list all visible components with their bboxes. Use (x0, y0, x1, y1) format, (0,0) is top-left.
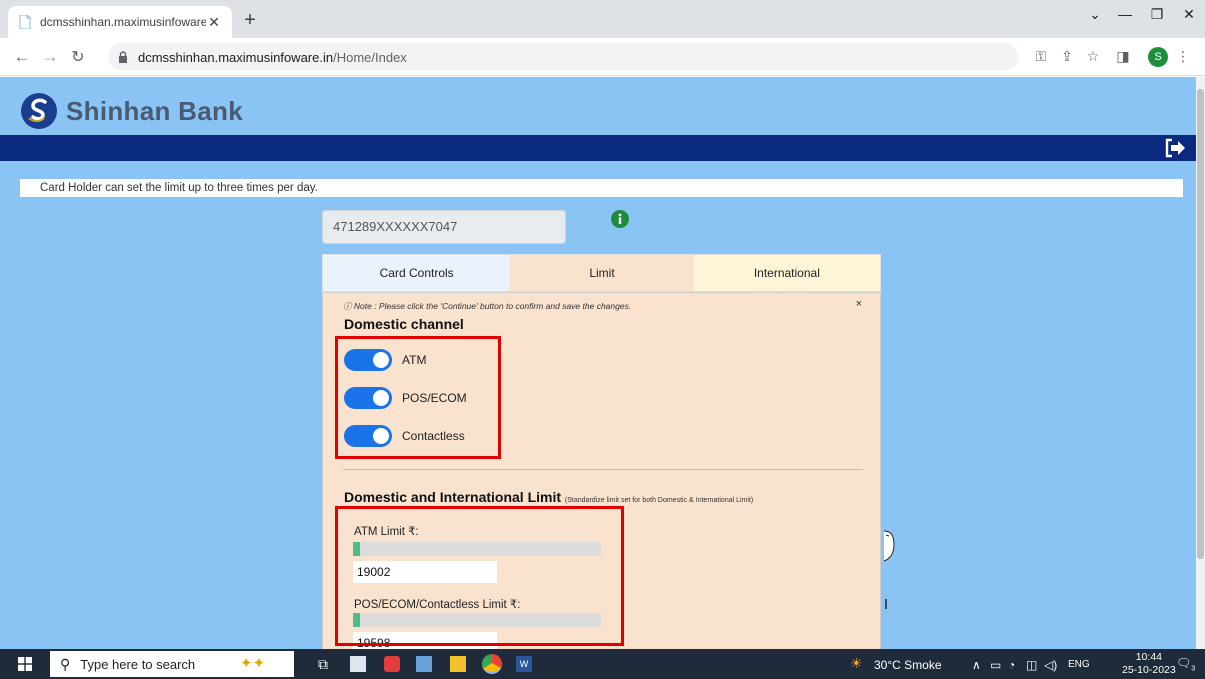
limit-heading: Domestic and International Limit (Standa… (344, 489, 753, 505)
notepad-app-icon[interactable] (350, 656, 366, 672)
windows-start-icon[interactable] (18, 657, 32, 671)
battery-icon[interactable]: ▭ (990, 658, 1001, 672)
logout-icon[interactable] (1164, 138, 1186, 158)
notification-count: 3 (1191, 665, 1196, 673)
browser-tab[interactable]: dcmsshinhan.maximusinfoware.i ✕ (8, 6, 232, 38)
taskbar-search[interactable]: ⚲ Type here to search ✦✦ (50, 651, 294, 677)
clock-time: 10:44 (1135, 651, 1162, 663)
limits-highlight-box (335, 506, 624, 646)
close-window-button[interactable]: ✕ (1172, 6, 1205, 23)
card-number-field[interactable]: 471289XXXXXX7047 (322, 210, 566, 244)
weather-icon: ☀ (850, 655, 863, 671)
tab-title: dcmsshinhan.maximusinfoware.i (40, 15, 206, 29)
profile-avatar[interactable]: S (1148, 47, 1168, 67)
shinhan-logo-icon (21, 93, 57, 129)
network-app-icon[interactable] (416, 656, 432, 672)
tray-chevron-icon[interactable]: ∧ (972, 658, 981, 672)
notification-icon[interactable]: 🗨3 (1176, 656, 1195, 672)
taskbar-clock[interactable]: 10:44 25-10-2023 (1122, 651, 1176, 677)
save-note: ⓘ Note : Please click the 'Continue' but… (343, 300, 631, 312)
wifi-icon[interactable]: ◔ (1008, 658, 1015, 672)
card-tabs: Card Controls Limit International (322, 254, 881, 292)
toggles-highlight-box (335, 336, 501, 459)
tab-close-icon[interactable]: ✕ (206, 14, 222, 31)
new-tab-button[interactable]: + (238, 9, 262, 32)
background-doodle (883, 530, 895, 609)
bank-name: Shinhan Bank (66, 95, 243, 126)
bank-logo: Shinhan Bank (20, 92, 243, 130)
limit-heading-text: Domestic and International Limit (344, 489, 562, 505)
minimize-button[interactable]: — (1108, 6, 1142, 22)
chrome-app-icon[interactable] (482, 654, 502, 674)
weather-text: 30°C Smoke (874, 658, 942, 672)
windows-taskbar: ⚲ Type here to search ✦✦ ⧉ W ☀ 30°C Smok… (0, 649, 1205, 679)
info-icon[interactable] (611, 210, 629, 228)
share-icon[interactable]: ⇪ (1056, 48, 1078, 65)
language-indicator[interactable]: ENG (1068, 659, 1090, 670)
note-info-icon: ⓘ (343, 301, 352, 311)
key-icon[interactable]: ⚿ (1030, 48, 1052, 65)
limit-subheading: (Standardize limit set for both Domestic… (564, 497, 754, 504)
tab-card-controls[interactable]: Card Controls (323, 255, 511, 291)
page-scrollbar[interactable] (1196, 77, 1205, 649)
tab-international[interactable]: International (693, 255, 880, 291)
menu-kebab-icon[interactable]: ⋮ (1172, 48, 1194, 65)
word-app-icon[interactable]: W (516, 656, 532, 672)
domestic-channel-heading: Domestic channel (344, 316, 464, 332)
page-icon (18, 14, 32, 30)
address-bar[interactable]: dcmsshinhan.maximusinfoware.in/Home/Inde… (108, 43, 1018, 71)
section-divider (343, 469, 863, 470)
search-placeholder: Type here to search (80, 656, 196, 672)
back-arrow-icon[interactable]: ← (10, 47, 34, 67)
clock-date: 25-10-2023 (1122, 664, 1176, 676)
task-view-icon[interactable]: ⧉ (318, 656, 334, 672)
lock-icon (119, 51, 127, 63)
security-app-icon[interactable] (384, 656, 400, 672)
browser-toolbar: ← → ↻ dcmsshinhan.maximusinfoware.in/Hom… (0, 38, 1205, 76)
tab-limit[interactable]: Limit (510, 255, 694, 291)
search-icon: ⚲ (60, 655, 71, 672)
bookmark-star-icon[interactable]: ☆ (1082, 48, 1104, 65)
forward-arrow-icon[interactable]: → (38, 47, 62, 67)
side-panel-icon[interactable]: ◨ (1112, 48, 1134, 65)
note-text: Note : Please click the 'Continue' butto… (353, 301, 632, 311)
page-viewport: Shinhan Bank Card Holder can set the lim… (0, 77, 1196, 649)
limit-notice: Card Holder can set the limit up to thre… (20, 179, 1183, 197)
volume-icon[interactable]: ◁) (1044, 658, 1057, 672)
url-path: /Home/Index (333, 49, 407, 65)
reload-icon[interactable]: ↻ (66, 47, 90, 67)
top-navbar (0, 135, 1196, 161)
search-highlight-icon: ✦✦ (240, 655, 266, 672)
file-explorer-icon[interactable] (450, 656, 466, 672)
note-close-icon[interactable]: × (856, 298, 862, 310)
browser-tabstrip: dcmsshinhan.maximusinfoware.i ✕ + ⌄ — ❐ … (0, 0, 1205, 38)
restore-button[interactable]: ❐ (1140, 6, 1174, 23)
scrollbar-thumb[interactable] (1197, 89, 1204, 559)
display-icon[interactable]: ◫ (1026, 658, 1037, 672)
tab-search-chevron-icon[interactable]: ⌄ (1078, 6, 1112, 23)
url-host: dcmsshinhan.maximusinfoware.in (138, 49, 334, 65)
